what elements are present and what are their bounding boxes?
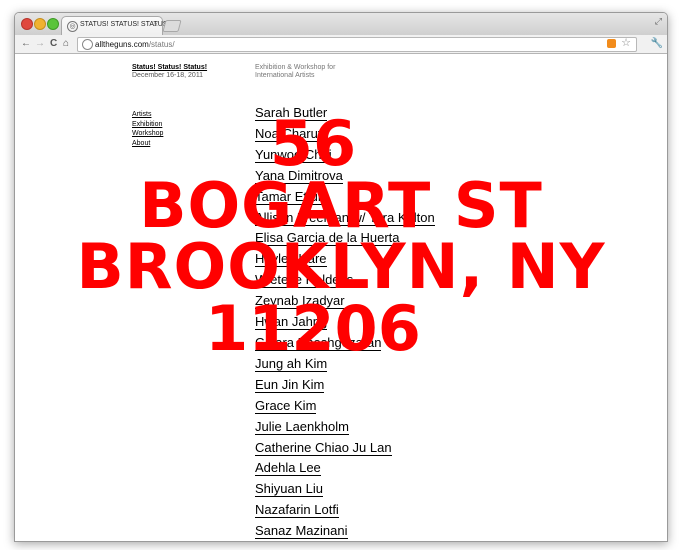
artist-link[interactable]: Yunwoo Choi: [255, 146, 332, 163]
artist-link[interactable]: Nazafarin Lotfi: [255, 502, 339, 519]
artist-list-item: Jung ah Kim: [255, 354, 435, 375]
site-description: Exhibition & Workshop for International …: [255, 64, 336, 79]
page-info-icon[interactable]: [82, 39, 93, 50]
artist-link[interactable]: Yana Dimitrova: [255, 167, 343, 184]
artist-link[interactable]: Julie Laenkholm: [255, 418, 349, 435]
minimize-window-button[interactable]: [34, 18, 46, 30]
wrench-icon[interactable]: 🔧: [651, 37, 663, 51]
new-tab-button[interactable]: [162, 20, 182, 32]
artist-list-item: Allison Freeman w/ Tara Kelton: [255, 208, 435, 229]
artist-list-item: Yana Dimitrova: [255, 166, 435, 187]
artist-link[interactable]: Noa Charuvi: [255, 125, 328, 142]
zoom-window-button[interactable]: [47, 18, 59, 30]
address-bar[interactable]: alltheguns.com/status/ ☆: [77, 37, 637, 52]
artist-link[interactable]: Hwan Jahng: [255, 314, 328, 331]
artist-link[interactable]: Zeynab Izadyar: [255, 293, 345, 310]
artist-list-item: Yunwoo Choi: [255, 145, 435, 166]
artist-link[interactable]: Jung ah Kim: [255, 355, 328, 372]
side-navigation: Artists Exhibition Workshop About: [132, 110, 163, 148]
rss-icon[interactable]: [607, 39, 616, 48]
artist-link[interactable]: Wieteke Heldens: [255, 272, 354, 289]
page-content: Status! Status! Status! December 16-18, …: [15, 54, 667, 541]
artist-list-item: Tamar Ettun: [255, 187, 435, 208]
tab-status[interactable]: ◎ STATUS! STATUS! STATUS! ×: [61, 16, 169, 36]
tab-strip: ◎ STATUS! STATUS! STATUS! × ⤢: [15, 13, 667, 36]
artist-link[interactable]: Allison Freeman w/ Tara Kelton: [255, 209, 435, 226]
url-host: alltheguns.com: [95, 40, 149, 49]
artist-link[interactable]: Shiyuan Liu: [255, 481, 323, 498]
artist-list-item: Sarah Butler: [255, 103, 435, 124]
url-path: /status/: [148, 40, 175, 49]
artist-link[interactable]: Grace Kim: [255, 397, 317, 414]
artist-list-item: Eun Jin Kim: [255, 375, 435, 396]
nav-link-about[interactable]: About: [132, 139, 163, 149]
artist-list-item: Elisa Garcia de la Huerta: [255, 228, 435, 249]
nav-link-artists[interactable]: Artists: [132, 110, 163, 120]
artist-list-item: Noa Charuvi: [255, 124, 435, 145]
artist-list-item: Golara Khoshgozaran: [255, 333, 435, 354]
browser-window: ◎ STATUS! STATUS! STATUS! × ⤢ ← → C ⌂ al…: [14, 12, 668, 542]
fullscreen-icon[interactable]: ⤢: [655, 16, 662, 27]
nav-link-workshop[interactable]: Workshop: [132, 129, 163, 139]
artist-list-item: Julie Laenkholm: [255, 417, 435, 438]
nav-link-exhibition[interactable]: Exhibition: [132, 120, 163, 130]
url-text: alltheguns.com/status/: [95, 39, 175, 50]
reload-icon[interactable]: C: [50, 37, 57, 51]
home-icon[interactable]: ⌂: [63, 37, 69, 51]
artist-link[interactable]: Catherine Chiao Ju Lan: [255, 439, 392, 456]
artist-link[interactable]: Elisa Garcia de la Huerta: [255, 230, 400, 247]
artist-list-item: Shiyuan Liu: [255, 479, 435, 500]
artist-link[interactable]: Hayley Hare: [255, 251, 327, 268]
artist-list-item: Wieteke Heldens: [255, 270, 435, 291]
artist-link[interactable]: Eun Jin Kim: [255, 376, 325, 393]
artist-list-item: Hayley Hare: [255, 249, 435, 270]
artist-list-item: Adehla Lee: [255, 458, 435, 479]
site-dates: December 16-18, 2011: [132, 72, 204, 79]
artist-link[interactable]: Golara Khoshgozaran: [255, 334, 382, 351]
close-window-button[interactable]: [21, 18, 33, 30]
artist-list-item: Nazafarin Lotfi: [255, 500, 435, 521]
artist-link[interactable]: Adehla Lee: [255, 460, 321, 477]
artist-list-item: Hwan Jahng: [255, 312, 435, 333]
globe-icon: ◎: [67, 21, 78, 32]
artist-link[interactable]: Sanaz Mazinani: [255, 523, 348, 540]
back-arrow-icon[interactable]: ←: [21, 37, 31, 51]
artist-list-item: Catherine Chiao Ju Lan: [255, 438, 435, 459]
artist-list: Sarah Butler Noa Charuvi Yunwoo Choi Yana D…: [255, 103, 435, 541]
site-title-link[interactable]: Status! Status! Status!: [132, 64, 207, 71]
artist-list-item: Zeynab Izadyar: [255, 291, 435, 312]
artist-link[interactable]: Sarah Butler: [255, 105, 328, 121]
artist-list-item: Sanaz Mazinani: [255, 521, 435, 541]
browser-toolbar: ← → C ⌂ alltheguns.com/status/ ☆ 🔧: [15, 35, 667, 54]
tab-close-icon[interactable]: ×: [153, 20, 158, 29]
artist-link[interactable]: Tamar Ettun: [255, 188, 326, 205]
bookmark-star-icon[interactable]: ☆: [621, 37, 631, 50]
forward-arrow-icon[interactable]: →: [35, 37, 45, 51]
artist-list-item: Grace Kim: [255, 396, 435, 417]
